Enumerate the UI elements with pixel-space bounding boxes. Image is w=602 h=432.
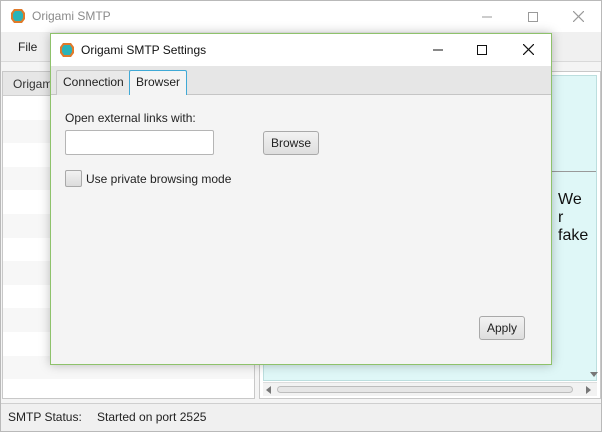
tab-browser[interactable]: Browser	[129, 70, 188, 96]
minimize-icon	[482, 16, 492, 17]
horizontal-scrollbar[interactable]	[263, 382, 597, 396]
maximize-icon	[477, 44, 487, 55]
apply-button[interactable]: Apply	[479, 316, 526, 340]
main-window-title: Origami SMTP	[32, 9, 111, 23]
smtp-status-label: SMTP Status:	[8, 410, 82, 424]
scroll-right-arrow-icon[interactable]	[586, 386, 591, 394]
scrollbar-thumb[interactable]	[277, 386, 573, 393]
scroll-down-arrow-icon[interactable]	[590, 372, 598, 377]
status-bar: SMTP Status: Started on port 2525	[1, 403, 601, 431]
scroll-left-arrow-icon[interactable]	[266, 386, 271, 394]
close-icon	[572, 11, 584, 22]
browser-settings-panel: Open external links with: Browse Use pri…	[51, 95, 551, 364]
list-item[interactable]	[3, 379, 254, 403]
origami-app-icon	[11, 9, 25, 23]
origami-app-icon	[60, 43, 74, 57]
private-browsing-label[interactable]: Use private browsing mode	[86, 172, 231, 186]
dialog-close-button[interactable]	[505, 34, 551, 65]
dialog-maximize-button[interactable]	[459, 34, 505, 65]
maximize-icon	[528, 11, 538, 22]
smtp-status-value: Started on port 2525	[97, 410, 207, 424]
menu-file[interactable]: File	[18, 40, 37, 54]
dialog-title: Origami SMTP Settings	[81, 43, 207, 57]
main-maximize-button[interactable]	[510, 1, 556, 32]
main-minimize-button[interactable]	[464, 1, 510, 32]
external-browser-field[interactable]	[65, 130, 214, 155]
settings-dialog: Origami SMTP Settings Connection Browser…	[50, 33, 552, 365]
minimize-icon	[433, 49, 443, 50]
dialog-titlebar: Origami SMTP Settings	[51, 34, 551, 66]
message-body-text: We r fake	[558, 191, 589, 244]
settings-tabbar: Connection Browser	[51, 66, 551, 96]
open-links-label: Open external links with:	[65, 111, 196, 125]
close-icon	[522, 44, 534, 55]
private-browsing-checkbox[interactable]	[65, 170, 82, 187]
browse-button[interactable]: Browse	[263, 131, 320, 155]
main-close-button[interactable]	[555, 1, 601, 32]
dialog-minimize-button[interactable]	[415, 34, 461, 65]
tab-connection[interactable]: Connection	[56, 70, 131, 95]
main-titlebar: Origami SMTP	[1, 1, 601, 32]
message-list-header-label: Origami	[13, 77, 56, 91]
